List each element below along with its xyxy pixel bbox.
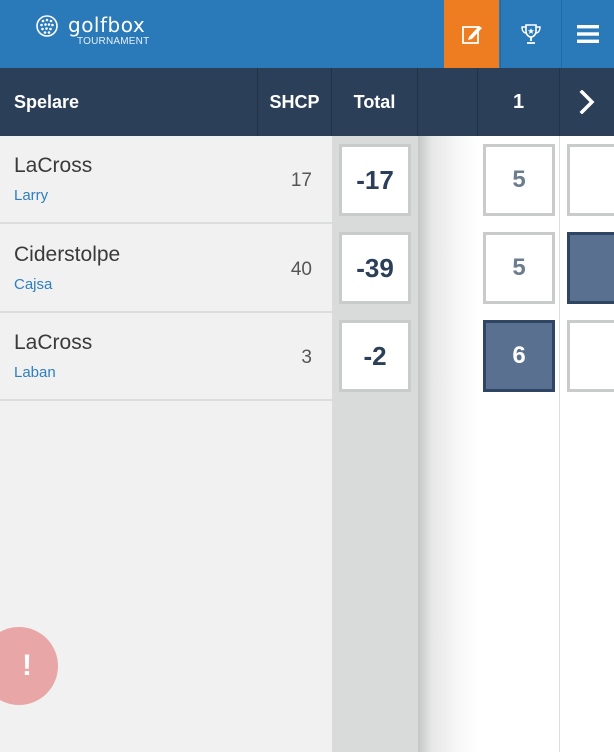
player-row[interactable]: LaCross Larry 17 bbox=[0, 136, 332, 224]
player-shcp: 3 bbox=[301, 347, 312, 368]
column-header-shcp: SHCP bbox=[258, 68, 332, 136]
logo-name: golfbox bbox=[68, 13, 146, 37]
total-score-box: -39 bbox=[339, 232, 411, 304]
next-hole-button[interactable] bbox=[560, 68, 614, 136]
player-lastname: Ciderstolpe bbox=[14, 243, 121, 266]
total-score-box: -17 bbox=[339, 144, 411, 216]
player-firstname: Laban bbox=[14, 364, 56, 381]
column-header-spacer bbox=[418, 68, 478, 136]
menu-button[interactable] bbox=[561, 0, 614, 68]
player-row[interactable]: Ciderstolpe Cajsa 40 bbox=[0, 225, 332, 313]
player-shcp: 17 bbox=[290, 170, 312, 191]
logo-subtitle: TOURNAMENT bbox=[77, 36, 150, 47]
chevron-right-icon bbox=[579, 90, 595, 114]
leaderboard-button[interactable] bbox=[500, 0, 560, 68]
player-lastname: LaCross bbox=[14, 154, 93, 177]
total-column: -17 -39 -2 bbox=[332, 136, 418, 752]
scorecard-edit-icon bbox=[461, 26, 482, 44]
top-bar: golfbox TOURNAMENT bbox=[0, 0, 614, 68]
column-header-hole: 1 bbox=[478, 68, 560, 136]
column-divider-shadow bbox=[418, 136, 478, 752]
trophy-icon bbox=[520, 24, 541, 44]
player-firstname: Cajsa bbox=[14, 276, 53, 293]
hole-score-box-selected[interactable]: 5 bbox=[567, 232, 614, 304]
column-header-spelare: Spelare bbox=[0, 68, 258, 136]
golf-ball-icon bbox=[36, 15, 58, 37]
player-firstname: Larry bbox=[14, 187, 49, 204]
hole-score-box-selected[interactable]: 6 bbox=[483, 320, 555, 392]
alert-icon: ! bbox=[22, 649, 32, 682]
player-row[interactable]: LaCross Laban 3 bbox=[0, 313, 332, 401]
hole-score-box[interactable]: 4 bbox=[567, 320, 614, 392]
hamburger-menu-icon bbox=[577, 25, 599, 43]
player-lastname: LaCross bbox=[14, 331, 93, 354]
column-header-total: Total bbox=[332, 68, 418, 136]
golfbox-logo[interactable]: golfbox TOURNAMENT bbox=[36, 14, 149, 47]
hole-1-column: 5 5 6 bbox=[478, 136, 560, 752]
scorecard-button[interactable] bbox=[444, 0, 499, 68]
hole-score-box[interactable]: 5 bbox=[483, 144, 555, 216]
hole-2-column: 4 5 4 bbox=[560, 136, 614, 752]
player-shcp: 40 bbox=[290, 259, 312, 280]
hole-score-box[interactable]: 4 bbox=[567, 144, 614, 216]
hole-score-box[interactable]: 5 bbox=[483, 232, 555, 304]
total-score-box: -2 bbox=[339, 320, 411, 392]
